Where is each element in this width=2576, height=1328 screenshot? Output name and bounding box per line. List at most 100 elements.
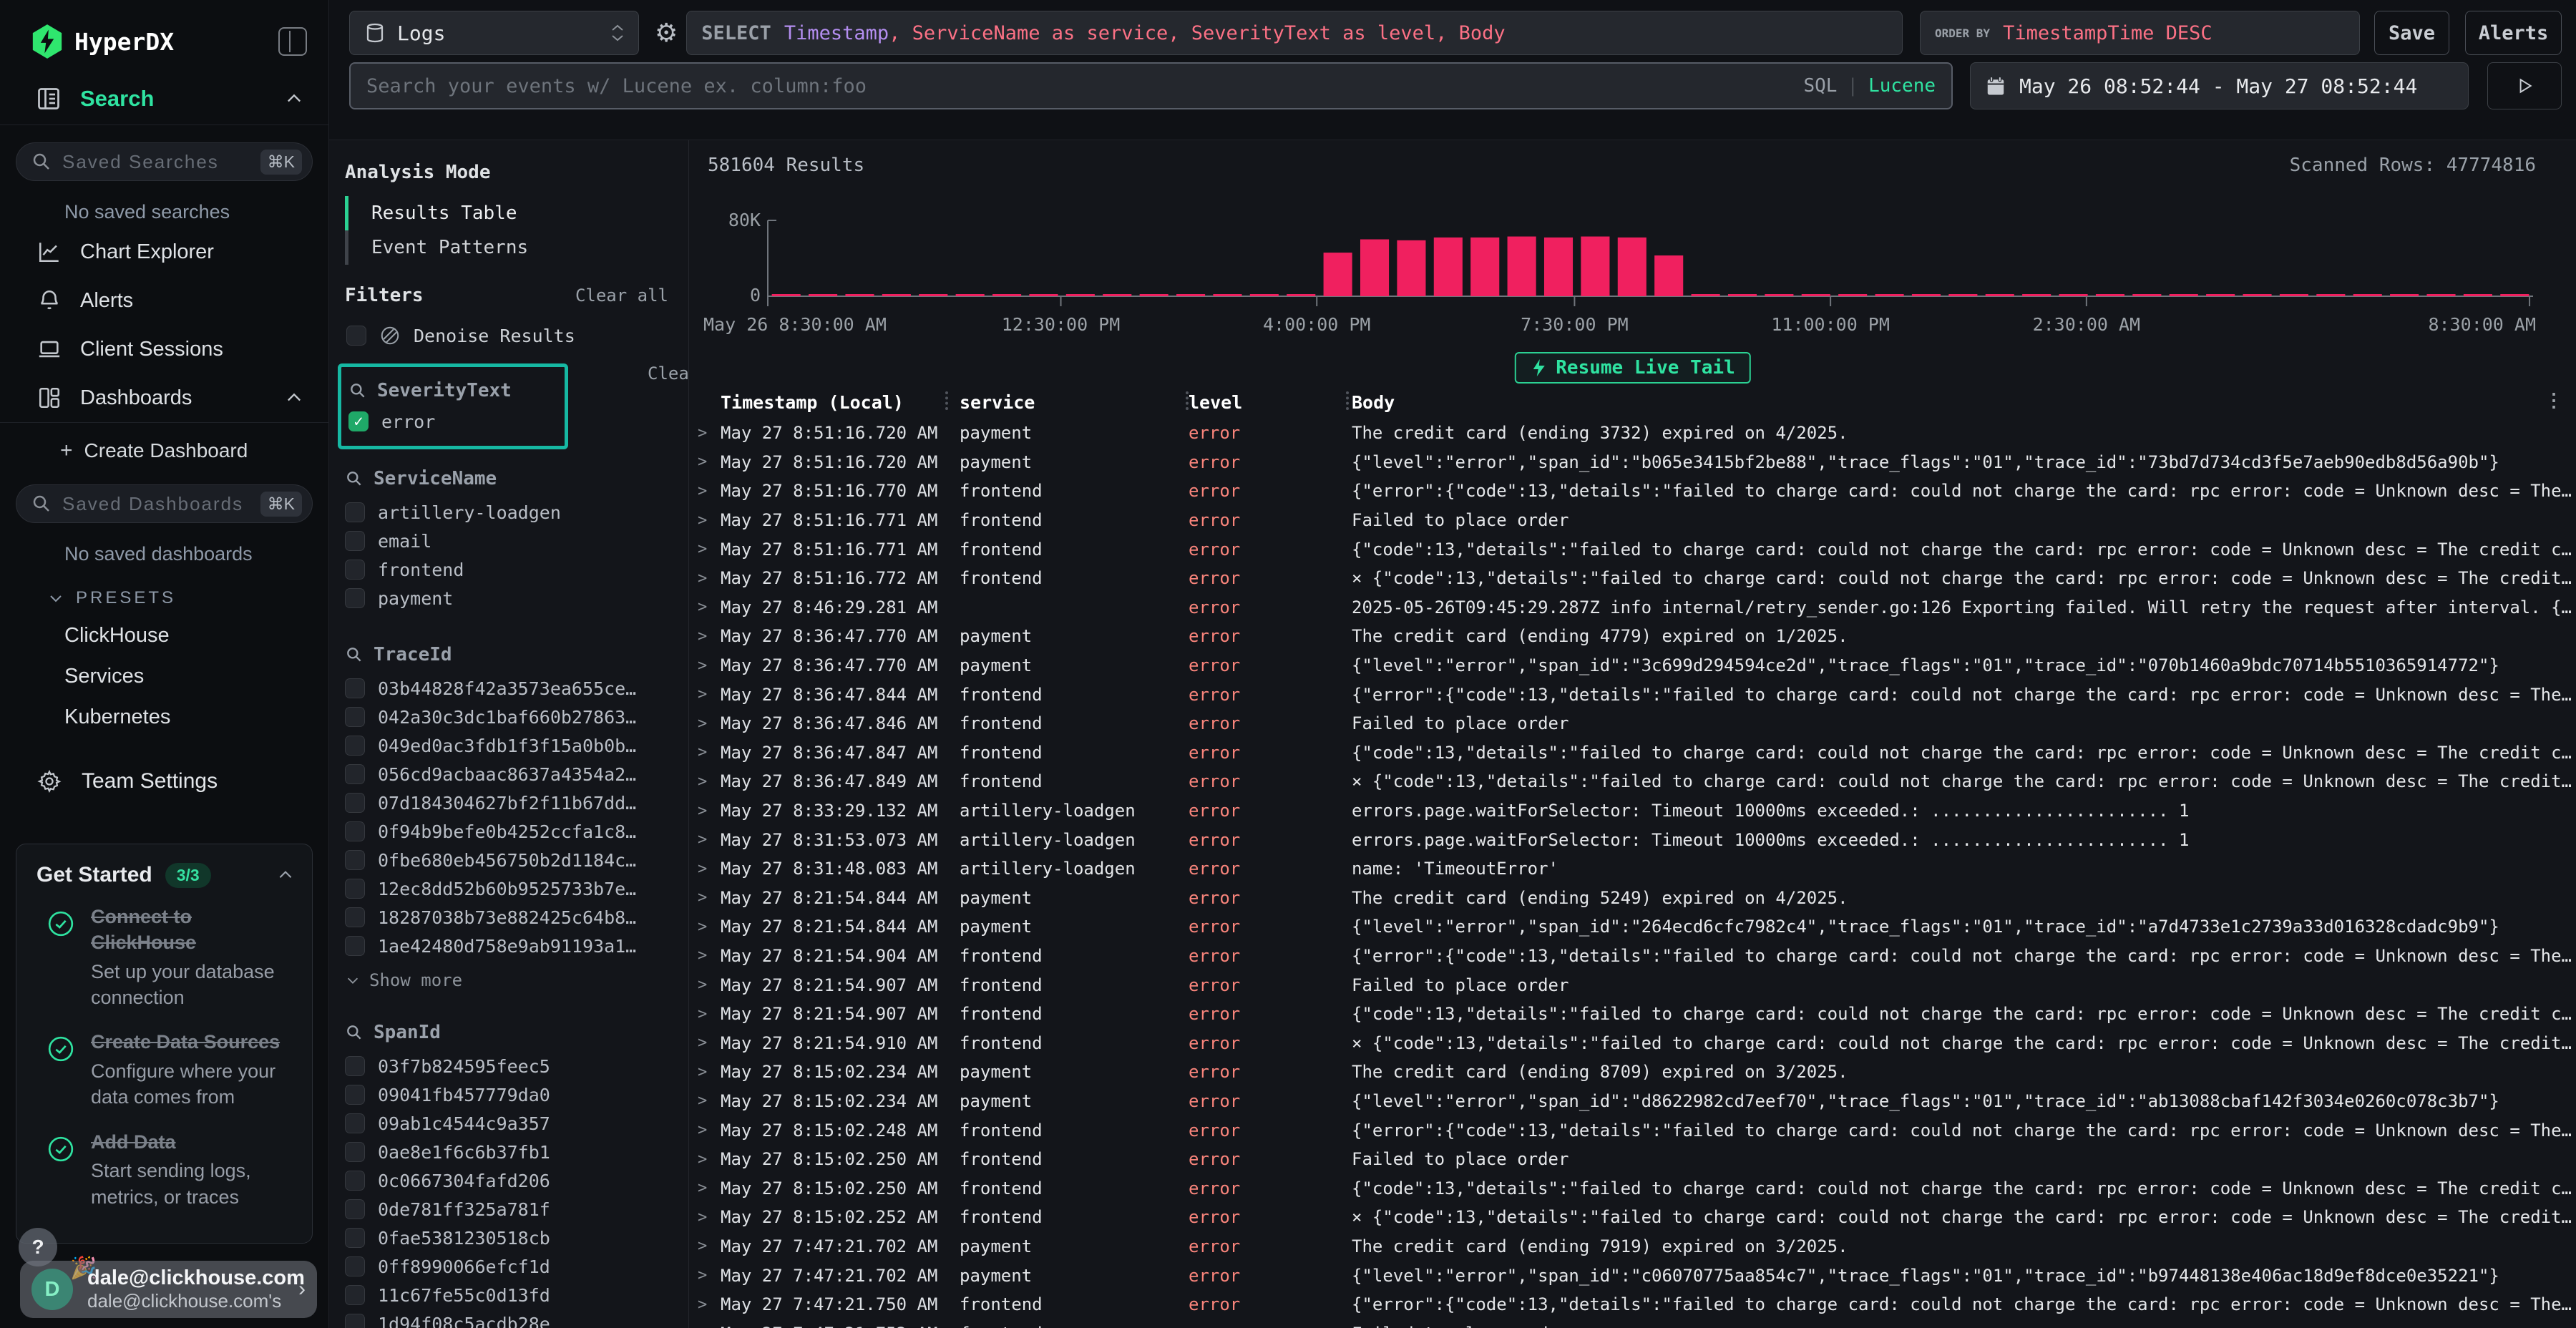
col-timestamp[interactable]: Timestamp (Local)	[721, 392, 960, 413]
table-row[interactable]: May 27 8:51:16.720 AM payment error {"le…	[689, 448, 2576, 477]
row-expand-chevron[interactable]	[689, 453, 721, 471]
filter-checkbox[interactable]	[345, 879, 365, 899]
filter-value-row[interactable]: 03f7b824595feec5	[345, 1052, 668, 1080]
filter-checkbox[interactable]	[345, 1056, 365, 1076]
table-row[interactable]: May 27 8:31:48.083 AM artillery-loadgen …	[689, 854, 2576, 884]
filter-checkbox[interactable]	[345, 1228, 365, 1248]
mode-results-table[interactable]: Results Table	[345, 196, 668, 230]
row-expand-chevron[interactable]	[689, 570, 721, 587]
save-button[interactable]: Save	[2374, 11, 2449, 55]
run-query-button[interactable]	[2487, 62, 2562, 109]
filter-checkbox[interactable]	[345, 678, 365, 698]
row-expand-chevron[interactable]	[689, 1034, 721, 1052]
filter-checkbox[interactable]	[345, 1113, 365, 1133]
sidebar-collapse-icon[interactable]	[278, 27, 307, 56]
row-expand-chevron[interactable]	[689, 1237, 721, 1255]
table-row[interactable]: May 27 7:47:21.752 AM frontend error Fai…	[689, 1319, 2576, 1328]
create-dashboard-button[interactable]: + Create Dashboard	[0, 423, 328, 467]
resume-live-tail-button[interactable]: Resume Live Tail	[1514, 352, 1750, 384]
saved-dashboards-field[interactable]	[62, 493, 260, 515]
col-level[interactable]: level	[1189, 392, 1352, 413]
row-expand-chevron[interactable]	[689, 976, 721, 994]
row-expand-chevron[interactable]	[689, 512, 721, 529]
get-started-item[interactable]: Create Data Sources Configure where your…	[47, 1029, 295, 1110]
filter-checkbox[interactable]	[345, 764, 365, 784]
sidebar-item-team-settings[interactable]: Team Settings	[0, 738, 328, 801]
row-expand-chevron[interactable]	[689, 657, 721, 675]
row-expand-chevron[interactable]	[689, 743, 721, 761]
filter-value-row[interactable]: frontend	[345, 555, 668, 584]
table-row[interactable]: May 27 8:51:16.771 AM frontend error {"c…	[689, 534, 2576, 564]
table-row[interactable]: May 27 8:21:54.904 AM frontend error {"e…	[689, 942, 2576, 971]
saved-dashboards-input[interactable]: ⌘K	[16, 484, 313, 523]
table-row[interactable]: May 27 8:21:54.910 AM frontend error × {…	[689, 1028, 2576, 1058]
filter-value-row[interactable]: 11c67fe55c0d13fd	[345, 1281, 668, 1309]
denoise-results-row[interactable]: Denoise Results	[346, 325, 664, 346]
table-row[interactable]: May 27 8:31:53.073 AM artillery-loadgen …	[689, 825, 2576, 854]
search-icon[interactable]	[345, 469, 364, 488]
mode-event-patterns[interactable]: Event Patterns	[345, 230, 668, 265]
filter-checkbox[interactable]	[345, 1085, 365, 1105]
row-expand-chevron[interactable]	[689, 540, 721, 558]
source-settings-gear-icon[interactable]: ⚙	[655, 19, 678, 48]
table-row[interactable]: May 27 8:21:54.907 AM frontend error {"c…	[689, 1000, 2576, 1029]
row-expand-chevron[interactable]	[689, 482, 721, 500]
row-expand-chevron[interactable]	[689, 424, 721, 442]
table-row[interactable]: May 27 8:15:02.248 AM frontend error {"e…	[689, 1115, 2576, 1145]
search-icon[interactable]	[348, 381, 367, 400]
sidebar-item-alerts[interactable]: Alerts	[0, 276, 328, 325]
sidebar-item-dashboards[interactable]: Dashboards	[0, 374, 328, 422]
table-row[interactable]: May 27 8:36:47.844 AM frontend error {"e…	[689, 680, 2576, 709]
filter-value-row[interactable]: error	[348, 407, 555, 436]
filter-checkbox[interactable]	[345, 588, 365, 608]
row-expand-chevron[interactable]	[689, 1296, 721, 1314]
saved-searches-field[interactable]	[62, 151, 260, 173]
row-expand-chevron[interactable]	[689, 598, 721, 616]
filter-value-row[interactable]: 1ae42480d758e9ab91193a1…	[345, 932, 668, 960]
filter-value-row[interactable]: artillery-loadgen	[345, 498, 668, 527]
filter-value-row[interactable]: 0ff8990066efcf1d	[345, 1252, 668, 1281]
filter-value-row[interactable]: email	[345, 527, 668, 555]
date-range-picker[interactable]: May 26 08:52:44 - May 27 08:52:44	[1970, 62, 2469, 109]
search-icon[interactable]	[345, 1023, 364, 1042]
row-expand-chevron[interactable]	[689, 1324, 721, 1328]
table-row[interactable]: May 27 8:51:16.720 AM payment error The …	[689, 419, 2576, 448]
trace-show-more[interactable]: Show more	[345, 970, 668, 990]
search-icon[interactable]	[345, 645, 364, 664]
sql-language-toggle[interactable]: SQL	[1803, 75, 1837, 97]
row-expand-chevron[interactable]	[689, 860, 721, 878]
row-expand-chevron[interactable]	[689, 1179, 721, 1197]
source-select[interactable]: Logs	[349, 11, 639, 55]
chevron-up-icon[interactable]	[276, 866, 295, 884]
table-row[interactable]: May 27 8:51:16.770 AM frontend error {"e…	[689, 477, 2576, 506]
results-histogram[interactable]: 80K0May 26 8:30:00 AM12:30:00 PM4:00:00 …	[689, 183, 2576, 352]
saved-searches-input[interactable]: ⌘K	[16, 142, 313, 181]
filter-checkbox[interactable]	[345, 1285, 365, 1305]
filter-checkbox[interactable]	[345, 821, 365, 841]
column-resize-handle[interactable]	[1346, 391, 1349, 410]
filter-value-row[interactable]: 09ab1c4544c9a357	[345, 1109, 668, 1138]
filter-value-row[interactable]: 0fae5381230518cb	[345, 1224, 668, 1252]
preset-dashboard-link[interactable]: Services	[0, 656, 328, 697]
filter-value-row[interactable]: 0de781ff325a781f	[345, 1195, 668, 1224]
row-expand-chevron[interactable]	[689, 1266, 721, 1284]
lucene-language-toggle[interactable]: Lucene	[1868, 75, 1936, 97]
filter-value-row[interactable]: 03b44828f42a3573ea655ce…	[345, 674, 668, 703]
filter-checkbox[interactable]	[345, 793, 365, 813]
table-row[interactable]: May 27 7:47:21.750 AM frontend error {"e…	[689, 1290, 2576, 1319]
row-expand-chevron[interactable]	[689, 889, 721, 907]
filter-checkbox[interactable]	[345, 1199, 365, 1219]
table-row[interactable]: May 27 7:47:21.702 AM payment error {"le…	[689, 1261, 2576, 1290]
filter-checkbox[interactable]	[345, 560, 365, 580]
user-menu[interactable]: D dale@clickhouse.com dale@clickhouse.co…	[20, 1261, 317, 1318]
alerts-button[interactable]: Alerts	[2465, 11, 2562, 55]
filter-value-row[interactable]: 09041fb457779da0	[345, 1080, 668, 1109]
table-row[interactable]: May 27 8:21:54.844 AM payment error {"le…	[689, 912, 2576, 942]
filter-value-row[interactable]: 056cd9acbaac8637a4354a2…	[345, 760, 668, 788]
sidebar-item-chart-explorer[interactable]: Chart Explorer	[0, 228, 328, 276]
filter-value-row[interactable]: payment	[345, 584, 668, 612]
order-by-input[interactable]: ORDER BY TimestampTime DESC	[1920, 11, 2360, 55]
filter-checkbox[interactable]	[345, 707, 365, 727]
row-expand-chevron[interactable]	[689, 628, 721, 645]
filter-value-row[interactable]: 0c0667304fafd206	[345, 1166, 668, 1195]
